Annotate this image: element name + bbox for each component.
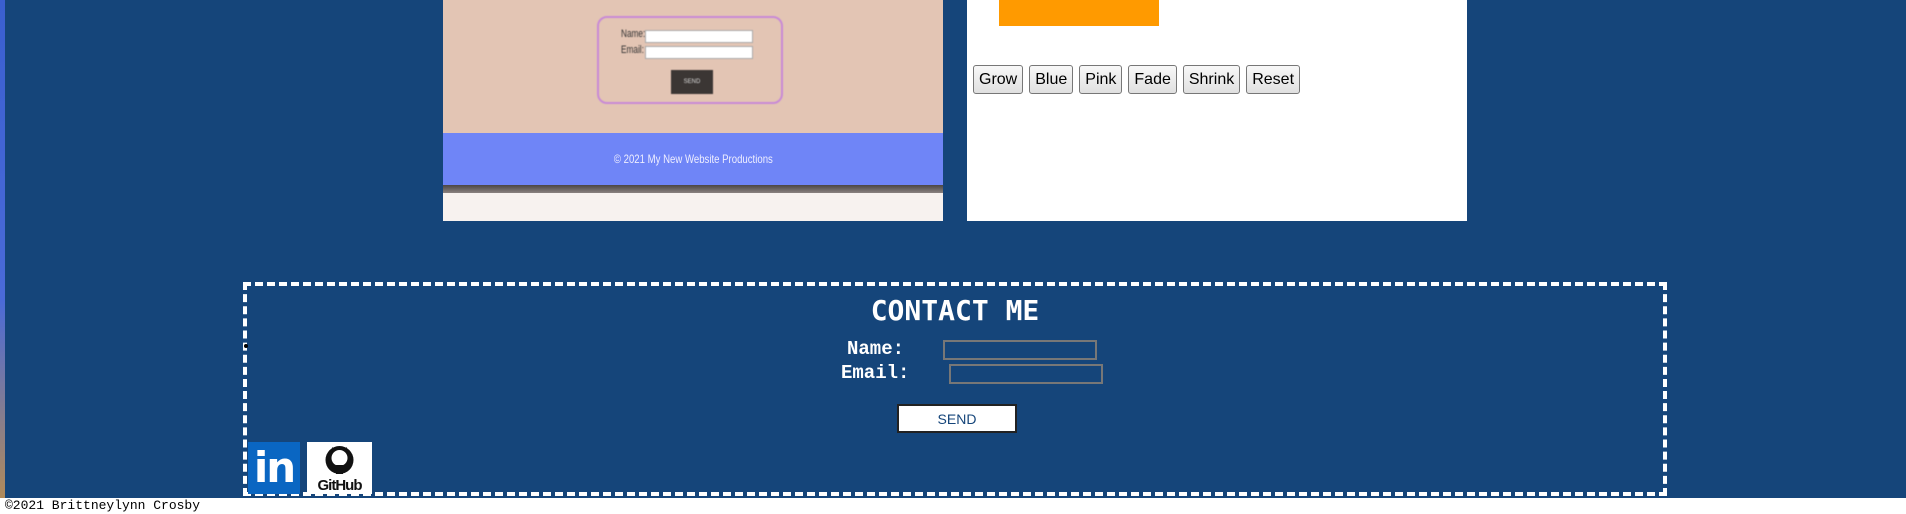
preview-footer: © 2021 My New Website Productions	[443, 133, 943, 185]
github-icon[interactable]: GitHub	[307, 442, 372, 494]
bullet-dot	[244, 344, 248, 348]
preview-footer-text: © 2021 My New Website Productions	[613, 152, 773, 166]
shrink-button[interactable]: Shrink	[1182, 65, 1241, 94]
preview-name-input	[645, 30, 753, 43]
grow-button[interactable]: Grow	[973, 65, 1024, 94]
name-label: Name:	[847, 338, 905, 360]
demo-box	[999, 0, 1159, 26]
name-input[interactable]	[943, 340, 1097, 360]
preview-email-label: Email:	[621, 44, 644, 56]
contact-section: CONTACT ME Name: Email: SEND in GitHub	[243, 282, 1667, 496]
send-button[interactable]: SEND	[897, 404, 1017, 433]
email-label: Email:	[841, 362, 910, 384]
preview-divider	[443, 185, 943, 193]
fade-button[interactable]: Fade	[1128, 65, 1177, 94]
left-edge-strip	[0, 0, 5, 498]
preview-bottom	[443, 193, 943, 221]
email-input[interactable]	[949, 364, 1103, 384]
contact-title: CONTACT ME	[870, 294, 1040, 327]
preview-name-label: Name:	[621, 28, 646, 40]
demo-button-group: Grow Blue Pink Fade Shrink Reset	[973, 65, 1301, 94]
preview-send-button: SEND	[671, 70, 713, 94]
copyright-text: ©2021 Brittneylynn Crosby	[5, 498, 201, 513]
reset-button[interactable]: Reset	[1246, 65, 1301, 94]
linkedin-text: in	[253, 443, 296, 492]
pink-button[interactable]: Pink	[1079, 65, 1123, 94]
blue-button[interactable]: Blue	[1029, 65, 1074, 94]
github-text: GitHub	[317, 477, 363, 494]
preview-form: Name: Email: SEND	[597, 16, 783, 104]
linkedin-icon[interactable]: in	[248, 442, 300, 494]
github-octocat-icon	[325, 446, 354, 474]
box-demo-panel: Grow Blue Pink Fade Shrink Reset	[967, 0, 1467, 221]
project-preview-image: Name: Email: SEND © 2021 My New Website …	[443, 0, 943, 221]
page-footer: ©2021 Brittneylynn Crosby	[0, 498, 1906, 514]
preview-email-input	[645, 46, 753, 59]
